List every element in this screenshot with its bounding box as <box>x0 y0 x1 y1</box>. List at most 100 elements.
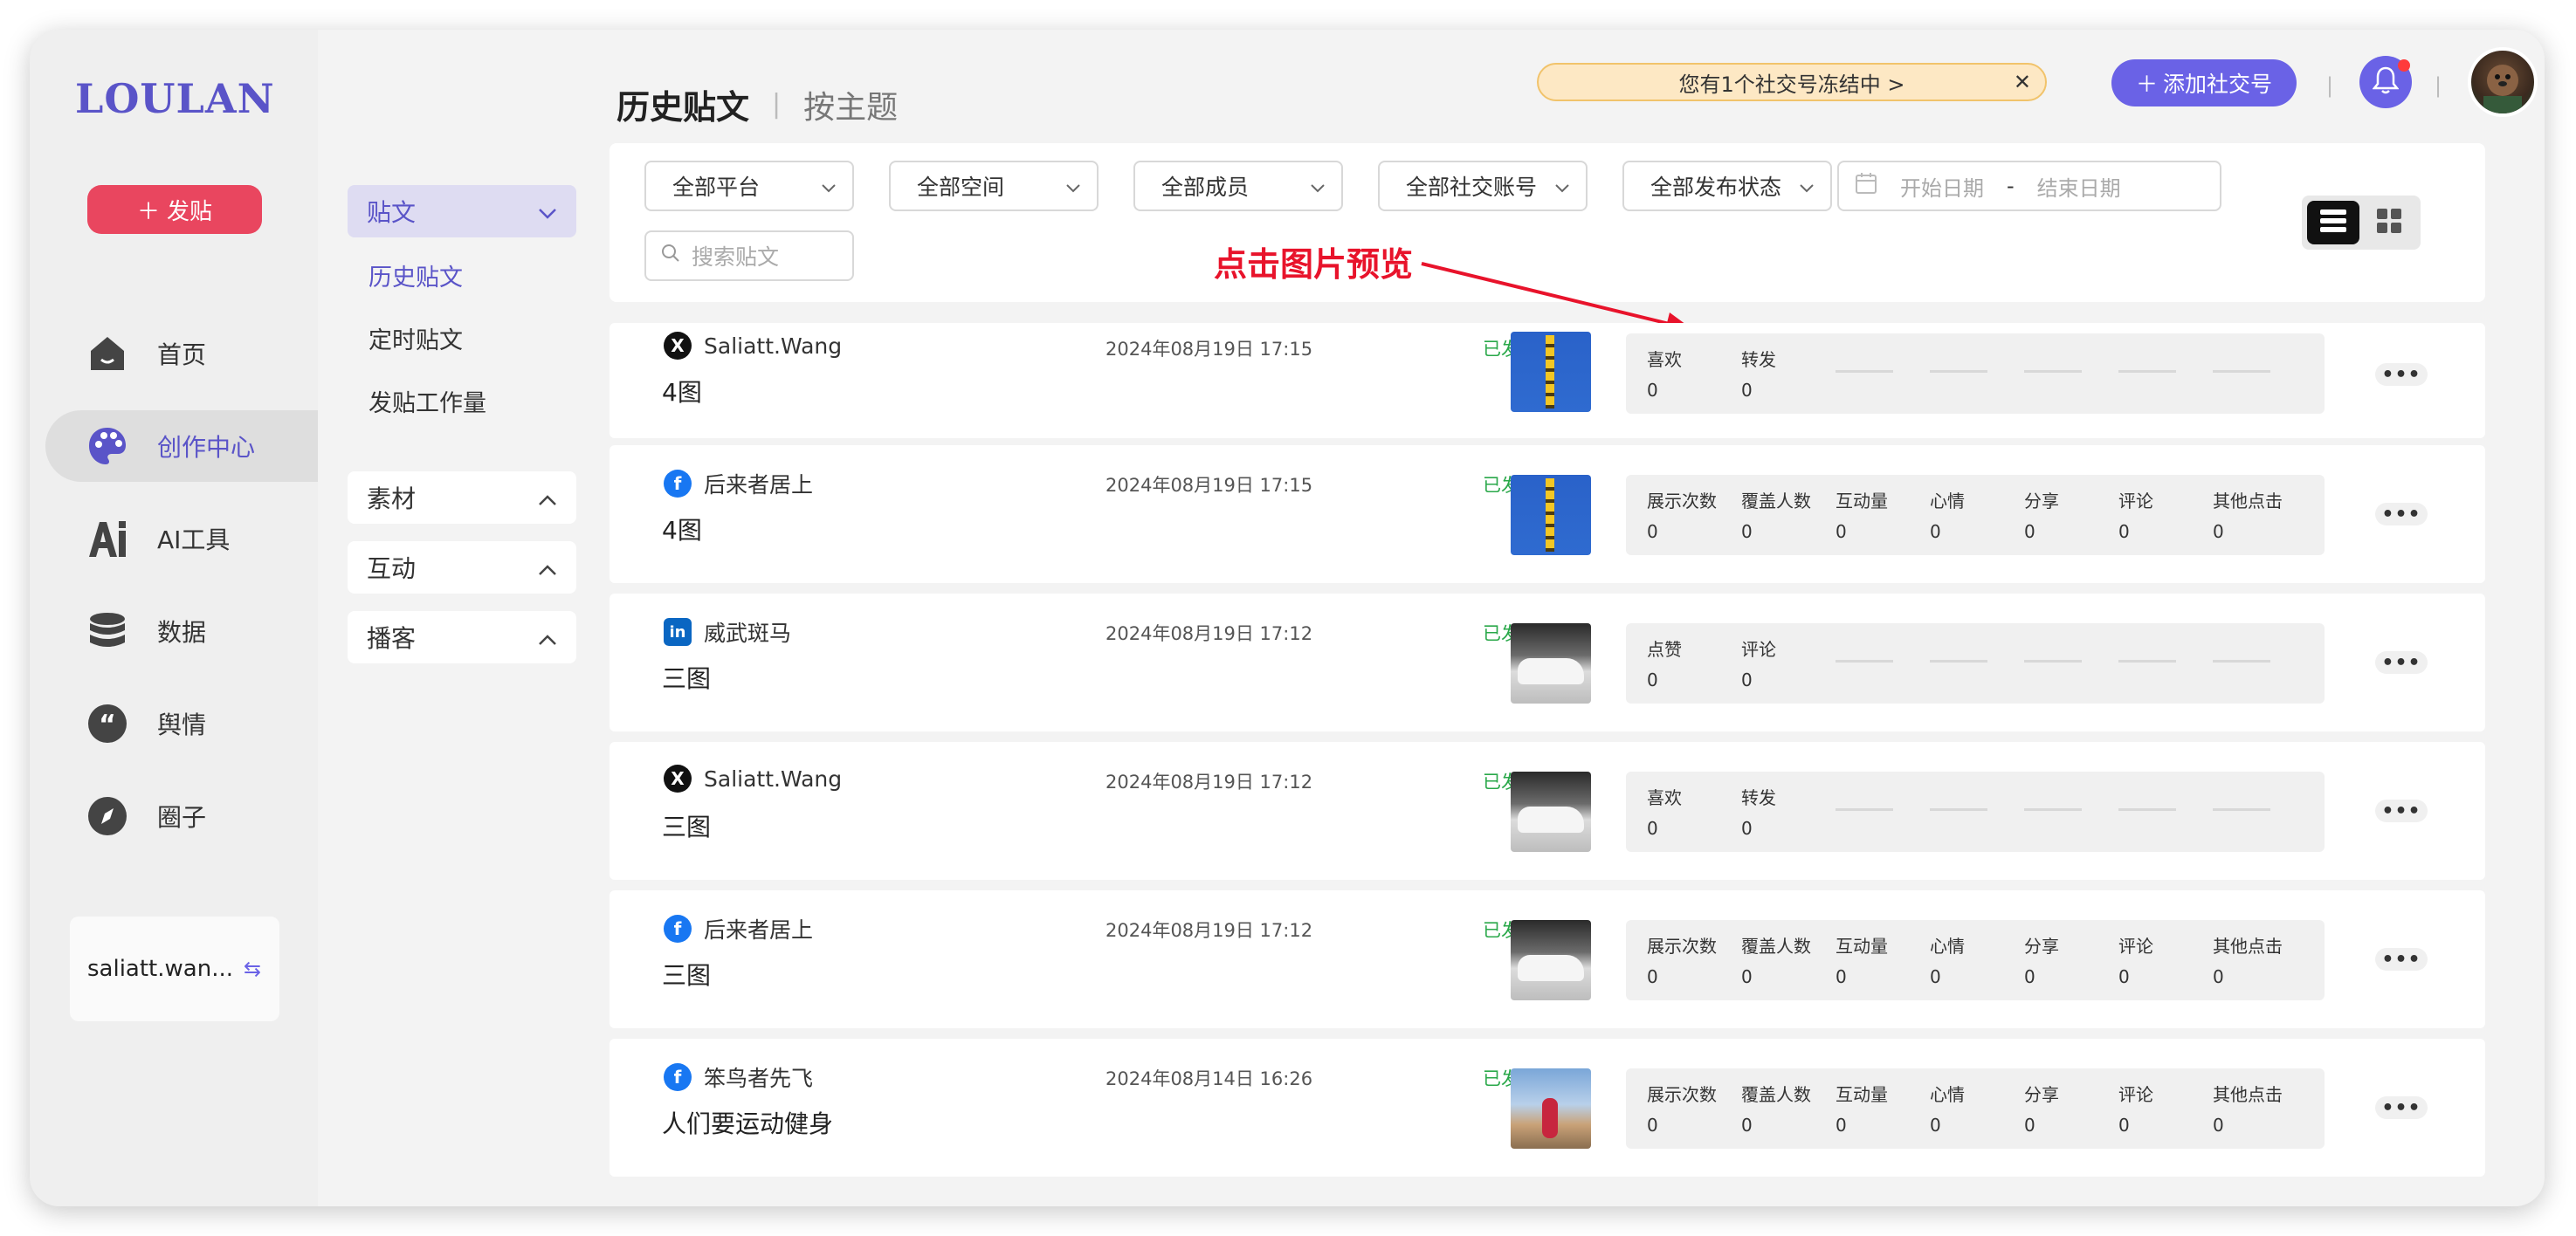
search-input[interactable]: 搜索贴文 <box>644 230 854 281</box>
nav-item-data[interactable]: 数据 <box>45 595 342 667</box>
notification-bell-button[interactable] <box>2359 56 2412 108</box>
post-content[interactable]: 三图 <box>662 957 711 992</box>
stat-item: 互动量 0 <box>1836 932 1888 987</box>
main-nav: 首页 创作中心 AI工具 数据 “ 舆情 圈子 <box>45 318 342 873</box>
stat-value: 0 <box>1741 1115 1753 1136</box>
post-content[interactable]: 三图 <box>662 808 711 843</box>
nav-item-creation-center[interactable]: 创作中心 <box>45 410 342 482</box>
post-account[interactable]: f 笨鸟者先飞 <box>664 1061 813 1093</box>
sub-nav-podcast[interactable]: 播客 <box>348 611 576 663</box>
stat-label: 分享 <box>2024 936 2059 957</box>
switch-icon[interactable]: ⇆ <box>244 957 261 981</box>
post-row[interactable]: f 后来者居上 三图 2024年08月19日 17:12 已发布 展示次数 0 … <box>610 890 2485 1028</box>
select-value: 全部发布状态 <box>1650 175 1782 200</box>
stat-label: 展示次数 <box>1647 1084 1717 1105</box>
sub-nav-posts-header[interactable]: 贴文 <box>348 185 576 237</box>
stat-item: 转发 0 <box>1741 346 1776 401</box>
post-account[interactable]: X Saliatt.Wang <box>664 332 842 360</box>
stat-value: 0 <box>2024 521 2035 542</box>
account-name: 笨鸟者先飞 <box>704 1066 814 1091</box>
post-account[interactable]: f 后来者居上 <box>664 913 813 944</box>
post-content[interactable]: 4图 <box>662 374 702 409</box>
tab-history-posts[interactable]: 历史贴文 <box>616 80 749 128</box>
chevron-down-icon <box>1799 174 1815 199</box>
stat-value: 0 <box>1647 380 1658 401</box>
sub-nav-post-workload[interactable]: 发贴工作量 <box>348 363 576 426</box>
new-post-button[interactable]: ＋ 发贴 <box>87 185 262 234</box>
post-stats: 点赞 0 评论 0 <box>1626 623 2325 704</box>
sub-nav-history-posts[interactable]: 历史贴文 <box>348 237 576 300</box>
post-content[interactable]: 4图 <box>662 512 702 546</box>
compass-icon <box>86 794 129 838</box>
more-options-button[interactable]: ••• <box>2375 948 2428 971</box>
empty-stat-placeholder <box>2024 660 2082 663</box>
publish-status-select[interactable]: 全部发布状态 <box>1622 161 1832 211</box>
stat-value: 0 <box>2213 1115 2224 1136</box>
more-options-button[interactable]: ••• <box>2375 800 2428 822</box>
member-select[interactable]: 全部成员 <box>1133 161 1343 211</box>
list-icon <box>2320 209 2346 236</box>
post-thumbnail[interactable] <box>1511 772 1591 852</box>
post-thumbnail[interactable] <box>1511 475 1591 555</box>
post-row[interactable]: X Saliatt.Wang 4图 2024年08月19日 17:15 已发布 … <box>610 323 2485 438</box>
post-thumbnail[interactable] <box>1511 332 1591 412</box>
more-options-button[interactable]: ••• <box>2375 1096 2428 1119</box>
stat-label: 展示次数 <box>1647 491 1717 512</box>
space-select[interactable]: 全部空间 <box>889 161 1099 211</box>
nav-item-circle[interactable]: 圈子 <box>45 780 342 852</box>
chevron-up-icon <box>538 623 557 652</box>
more-options-button[interactable]: ••• <box>2375 651 2428 674</box>
end-date-input[interactable]: 结束日期 <box>2037 171 2121 202</box>
post-row[interactable]: in 威武斑马 三图 2024年08月19日 17:12 已发布 点赞 0 评论… <box>610 594 2485 731</box>
stat-label: 点赞 <box>1647 639 1682 660</box>
post-account[interactable]: X Saliatt.Wang <box>664 765 842 793</box>
post-row[interactable]: f 后来者居上 4图 2024年08月19日 17:15 已发布 展示次数 0 … <box>610 445 2485 583</box>
stat-label: 分享 <box>2024 491 2059 512</box>
stat-value: 0 <box>1836 966 1847 987</box>
post-content[interactable]: 三图 <box>662 660 711 695</box>
stat-value: 0 <box>2024 966 2035 987</box>
list-view-button[interactable] <box>2307 201 2359 244</box>
nav-item-ai-tools[interactable]: AI工具 <box>45 503 342 574</box>
facebook-icon: f <box>664 915 692 943</box>
date-range-picker[interactable]: 开始日期 - 结束日期 <box>1837 161 2221 211</box>
sub-nav-materials[interactable]: 素材 <box>348 471 576 524</box>
post-content[interactable]: 人们要运动健身 <box>662 1105 833 1140</box>
stat-item: 心情 0 <box>1930 1081 1965 1136</box>
sub-nav-scheduled-posts[interactable]: 定时贴文 <box>348 300 576 363</box>
nav-item-sentiment[interactable]: “ 舆情 <box>45 688 342 759</box>
facebook-icon: f <box>664 470 692 498</box>
more-options-button[interactable]: ••• <box>2375 363 2428 386</box>
stat-value: 0 <box>1647 1115 1658 1136</box>
add-social-account-button[interactable]: ＋ 添加社交号 <box>2111 59 2297 106</box>
social-account-select[interactable]: 全部社交账号 <box>1378 161 1588 211</box>
post-account[interactable]: in 威武斑马 <box>664 616 791 648</box>
grid-view-button[interactable] <box>2363 201 2415 244</box>
post-account[interactable]: f 后来者居上 <box>664 468 813 499</box>
post-thumbnail[interactable] <box>1511 1068 1591 1149</box>
sub-nav-interaction[interactable]: 互动 <box>348 541 576 594</box>
post-thumbnail[interactable] <box>1511 623 1591 704</box>
stat-label: 转发 <box>1741 787 1776 808</box>
start-date-input[interactable]: 开始日期 <box>1900 171 1984 202</box>
post-row[interactable]: f 笨鸟者先飞 人们要运动健身 2024年08月14日 16:26 已发布 展示… <box>610 1039 2485 1177</box>
unread-badge <box>2398 59 2410 72</box>
chevron-up-icon <box>538 553 557 582</box>
empty-stat-placeholder <box>2118 808 2176 811</box>
stat-label: 喜欢 <box>1647 787 1682 808</box>
post-thumbnail[interactable] <box>1511 920 1591 1000</box>
stat-item: 展示次数 0 <box>1647 932 1717 987</box>
empty-stat-placeholder <box>2024 370 2082 373</box>
tab-by-topic[interactable]: 按主题 <box>803 82 898 127</box>
account-switcher[interactable]: saliatt.wan... ⇆ <box>70 917 279 1021</box>
more-options-button[interactable]: ••• <box>2375 503 2428 525</box>
post-row[interactable]: X Saliatt.Wang 三图 2024年08月19日 17:12 已发布 … <box>610 742 2485 880</box>
avatar[interactable] <box>2468 47 2538 117</box>
stat-label: 心情 <box>1930 1084 1965 1105</box>
platform-select[interactable]: 全部平台 <box>644 161 854 211</box>
new-post-label: 发贴 <box>167 198 213 225</box>
chevron-down-icon <box>1310 174 1326 199</box>
frozen-account-notice[interactable]: 您有1个社交号冻结中 > ✕ <box>1537 63 2047 101</box>
nav-item-home[interactable]: 首页 <box>45 318 342 389</box>
close-icon[interactable]: ✕ <box>2014 70 2031 94</box>
